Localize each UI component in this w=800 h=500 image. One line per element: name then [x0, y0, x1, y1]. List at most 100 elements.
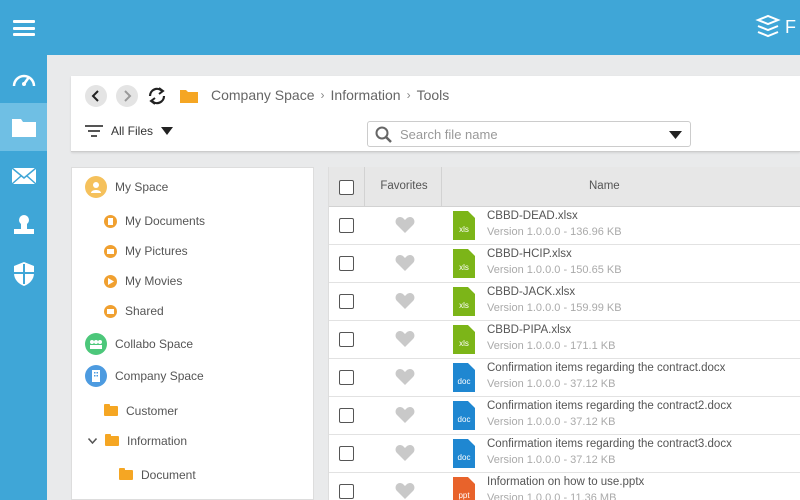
toolbar-panel: Company Space › Information › Tools All … — [71, 76, 800, 152]
row-checkbox[interactable] — [339, 446, 354, 461]
filter-dropdown[interactable]: All Files — [85, 124, 174, 138]
sidebar — [0, 55, 47, 500]
table-row[interactable]: doc Confirmation items regarding the cont… — [329, 359, 800, 397]
refresh-button[interactable] — [146, 85, 168, 107]
file-meta: Version 1.0.0.0 - 136.96 KB — [487, 226, 622, 238]
tree-item-information[interactable]: Information — [88, 434, 187, 448]
file-name[interactable]: Confirmation items regarding the contrac… — [487, 438, 732, 450]
back-button[interactable] — [85, 85, 107, 107]
file-name[interactable]: Confirmation items regarding the contrac… — [487, 362, 725, 374]
tree-item-label: My Pictures — [125, 244, 188, 258]
chevron-left-icon — [91, 90, 99, 102]
file-name[interactable]: Confirmation items regarding the contrac… — [487, 400, 732, 412]
sidebar-item-security[interactable] — [0, 250, 47, 298]
logo-icon — [755, 14, 781, 38]
filter-icon — [85, 125, 103, 137]
file-name[interactable]: Information on how to use.pptx — [487, 476, 644, 488]
dashboard-icon — [12, 74, 35, 87]
tree-item-my-pictures[interactable]: My Pictures — [104, 244, 188, 258]
folder-tree: My Space My Documents My Pictures My Mov… — [71, 167, 314, 500]
tree-item-document[interactable]: Document — [119, 468, 196, 482]
tree-item-shared[interactable]: Shared — [104, 304, 164, 318]
sidebar-item-user[interactable] — [0, 201, 47, 249]
table-row[interactable]: doc Confirmation items regarding the cont… — [329, 397, 800, 435]
user-icon — [85, 176, 107, 198]
search-icon — [375, 126, 392, 143]
favorite-heart-icon[interactable] — [395, 330, 415, 348]
breadcrumb-item[interactable]: Information — [331, 87, 401, 103]
folder-icon — [104, 404, 118, 416]
favorite-heart-icon[interactable] — [395, 368, 415, 386]
row-checkbox[interactable] — [339, 408, 354, 423]
column-header-favorites[interactable]: Favorites — [369, 180, 439, 192]
file-name[interactable]: CBBD-PIPA.xlsx — [487, 324, 571, 336]
row-checkbox[interactable] — [339, 294, 354, 309]
file-meta: Version 1.0.0.0 - 159.99 KB — [487, 302, 622, 314]
user-icon — [13, 215, 34, 234]
select-all-checkbox[interactable] — [339, 180, 354, 195]
breadcrumb-folder-icon — [179, 88, 199, 109]
refresh-icon — [148, 87, 166, 105]
row-checkbox[interactable] — [339, 256, 354, 271]
tree-item-label: Information — [127, 434, 188, 448]
tree-item-my-space[interactable]: My Space — [85, 176, 168, 198]
row-checkbox[interactable] — [339, 218, 354, 233]
table-row[interactable]: xls CBBD-PIPA.xlsx Version 1.0.0.0 - 171.1… — [329, 321, 800, 359]
favorite-heart-icon[interactable] — [395, 254, 415, 272]
tree-item-label: Collabo Space — [115, 337, 194, 351]
chevron-down-icon[interactable] — [88, 438, 97, 444]
row-checkbox[interactable] — [339, 332, 354, 347]
column-divider — [364, 167, 365, 207]
favorite-heart-icon[interactable] — [395, 292, 415, 310]
sidebar-item-files[interactable] — [0, 103, 47, 151]
favorite-heart-icon[interactable] — [395, 444, 415, 462]
file-name[interactable]: CBBD-JACK.xlsx — [487, 286, 575, 298]
breadcrumb: Company Space › Information › Tools — [211, 87, 449, 103]
caret-down-icon — [161, 127, 174, 135]
folder-icon — [11, 119, 36, 137]
row-checkbox[interactable] — [339, 370, 354, 385]
folder-icon — [105, 434, 119, 446]
shield-icon — [13, 262, 34, 286]
table-row[interactable]: xls CBBD-JACK.xlsx Version 1.0.0.0 - 159.9… — [329, 283, 800, 321]
menu-icon[interactable] — [13, 20, 35, 36]
tree-item-my-documents[interactable]: My Documents — [104, 214, 205, 228]
xls-file-icon: xls — [453, 325, 475, 354]
tree-item-collabo-space[interactable]: Collabo Space — [85, 333, 193, 355]
breadcrumb-separator-icon: › — [320, 88, 325, 102]
table-row[interactable]: doc Confirmation items regarding the cont… — [329, 435, 800, 473]
caret-down-icon[interactable] — [669, 131, 682, 139]
file-meta: Version 1.0.0.0 - 37.12 KB — [487, 454, 616, 466]
favorite-heart-icon[interactable] — [395, 482, 415, 500]
favorite-heart-icon[interactable] — [395, 406, 415, 424]
row-checkbox[interactable] — [339, 484, 354, 499]
search-input[interactable]: Search file name — [367, 121, 691, 147]
breadcrumb-item[interactable]: Tools — [417, 87, 450, 103]
favorite-heart-icon[interactable] — [395, 216, 415, 234]
table-row[interactable]: xls CBBD-DEAD.xlsx Version 1.0.0.0 - 136.9… — [329, 207, 800, 245]
doc-file-icon: doc — [453, 363, 475, 392]
tree-item-label: My Movies — [125, 274, 183, 288]
sidebar-item-dashboard[interactable] — [0, 55, 47, 103]
breadcrumb-item[interactable]: Company Space — [211, 87, 315, 103]
sidebar-item-mail[interactable] — [0, 152, 47, 200]
xls-file-icon: xls — [453, 211, 475, 240]
column-divider — [441, 167, 442, 207]
logo-text: F — [785, 16, 796, 37]
table-row[interactable]: ppt Information on how to use.pptx Version… — [329, 473, 800, 500]
tree-item-label: My Space — [115, 180, 169, 194]
doc-file-icon: doc — [453, 439, 475, 468]
tree-item-customer[interactable]: Customer — [104, 404, 178, 418]
folder-icon — [119, 468, 133, 480]
file-meta: Version 1.0.0.0 - 37.12 KB — [487, 378, 616, 390]
tree-item-company-space[interactable]: Company Space — [85, 365, 204, 387]
tree-item-my-movies[interactable]: My Movies — [104, 274, 182, 288]
file-name[interactable]: CBBD-DEAD.xlsx — [487, 210, 578, 222]
forward-button[interactable] — [116, 85, 138, 107]
column-header-name[interactable]: Name — [589, 180, 620, 192]
file-name[interactable]: CBBD-HCIP.xlsx — [487, 248, 572, 260]
mail-icon — [11, 167, 36, 185]
table-row[interactable]: xls CBBD-HCIP.xlsx Version 1.0.0.0 - 150.6… — [329, 245, 800, 283]
xls-file-icon: xls — [453, 287, 475, 316]
group-icon — [85, 333, 107, 355]
